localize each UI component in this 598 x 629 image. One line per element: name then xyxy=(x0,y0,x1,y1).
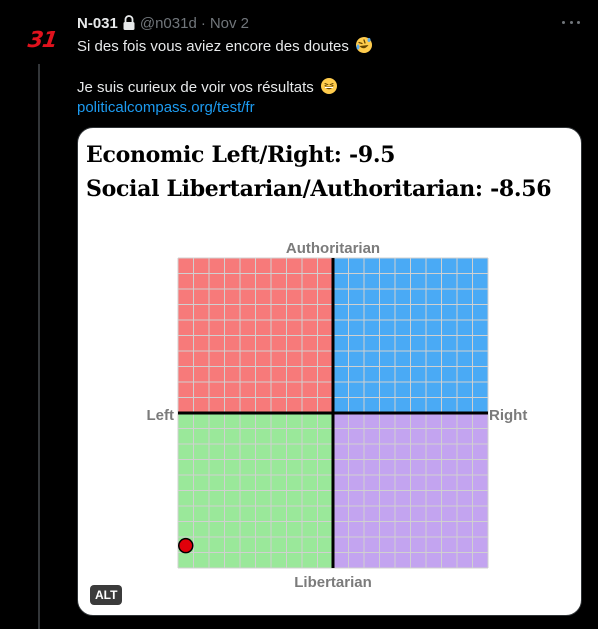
tweet-text: Si des fois vous aviez encore des doutes… xyxy=(77,36,577,118)
axis-label-left: Left xyxy=(147,407,175,424)
axis-label-libertarian: Libertarian xyxy=(294,574,372,591)
alt-text-badge[interactable]: ALT xyxy=(90,585,123,605)
thread-connector-line xyxy=(38,64,40,629)
tweet-line-2: Je suis curieux de voir vos résultats xyxy=(77,77,577,98)
rolling-on-floor-laughing-emoji-icon xyxy=(356,37,372,53)
tweet-line-1-text: Si des fois vous aviez encore des doutes xyxy=(77,38,349,55)
tweet-header: N-031 @n031d · Nov 2 xyxy=(77,13,249,33)
author-handle[interactable]: @n031d xyxy=(140,15,197,32)
avatar-logo-text: 31 xyxy=(25,27,59,53)
tweet-date[interactable]: Nov 2 xyxy=(210,15,249,32)
economic-result-text: Economic Left/Right: -9.5 xyxy=(86,142,396,168)
lock-icon xyxy=(123,15,135,30)
tweet-line-2-text: Je suis curieux de voir vos résultats xyxy=(77,79,314,96)
axis-label-authoritarian: Authoritarian xyxy=(286,240,380,257)
political-compass-link[interactable]: politicalcompass.org/test/fr xyxy=(77,98,577,118)
more-options-icon[interactable] xyxy=(562,15,580,29)
social-result-text: Social Libertarian/Authoritarian: -8.56 xyxy=(86,176,552,202)
tweet-image-card[interactable]: Economic Left/Right: -9.5 Social Liberta… xyxy=(77,127,582,616)
result-position-dot xyxy=(178,537,194,554)
tweet-line-1: Si des fois vous aviez encore des doutes xyxy=(77,36,577,57)
axis-label-right: Right xyxy=(489,407,527,424)
avatar[interactable]: 31 xyxy=(22,20,62,60)
author-name[interactable]: N-031 xyxy=(77,15,118,32)
header-separator: · xyxy=(200,14,206,32)
grinning-squinting-emoji-icon xyxy=(320,78,337,94)
political-compass-chart: Authoritarian Libertarian Left Right xyxy=(147,240,528,591)
